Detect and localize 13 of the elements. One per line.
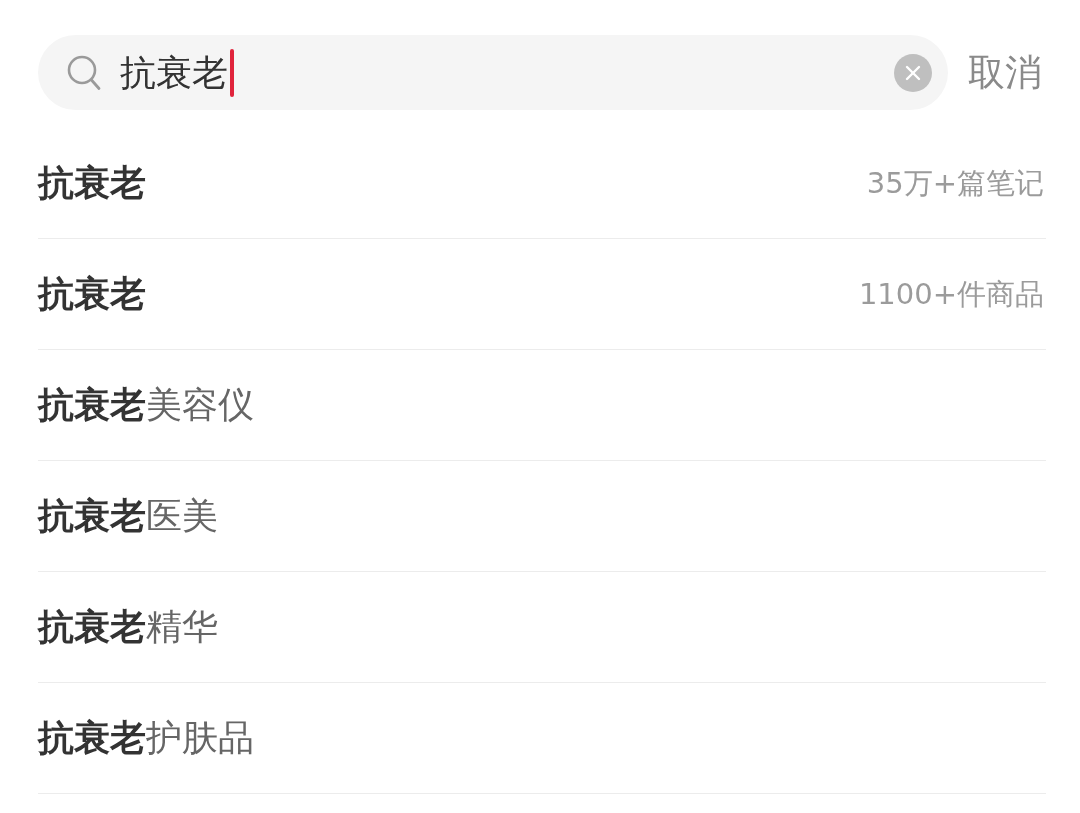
search-field[interactable]: 抗衰老 bbox=[38, 35, 948, 110]
suggestion-text[interactable]: 抗衰老精华 bbox=[38, 605, 218, 649]
clear-button[interactable] bbox=[894, 53, 932, 92]
close-icon bbox=[905, 64, 921, 81]
search-icon bbox=[67, 54, 101, 91]
suggestion-text[interactable]: 抗衰老 bbox=[38, 161, 146, 205]
suggestion-text[interactable]: 抗衰老护肤品 bbox=[38, 716, 254, 760]
result-count: 1100+件商品 bbox=[858, 276, 1044, 313]
suggestion-text[interactable]: 抗衰老 bbox=[38, 272, 146, 316]
query-text: 抗衰老 bbox=[120, 50, 228, 95]
suggestion-text[interactable]: 抗衰老美容仪 bbox=[38, 383, 254, 427]
result-count: 35万+篇笔记 bbox=[866, 165, 1044, 202]
suggestion-text[interactable]: 抗衰老医美 bbox=[38, 494, 218, 538]
